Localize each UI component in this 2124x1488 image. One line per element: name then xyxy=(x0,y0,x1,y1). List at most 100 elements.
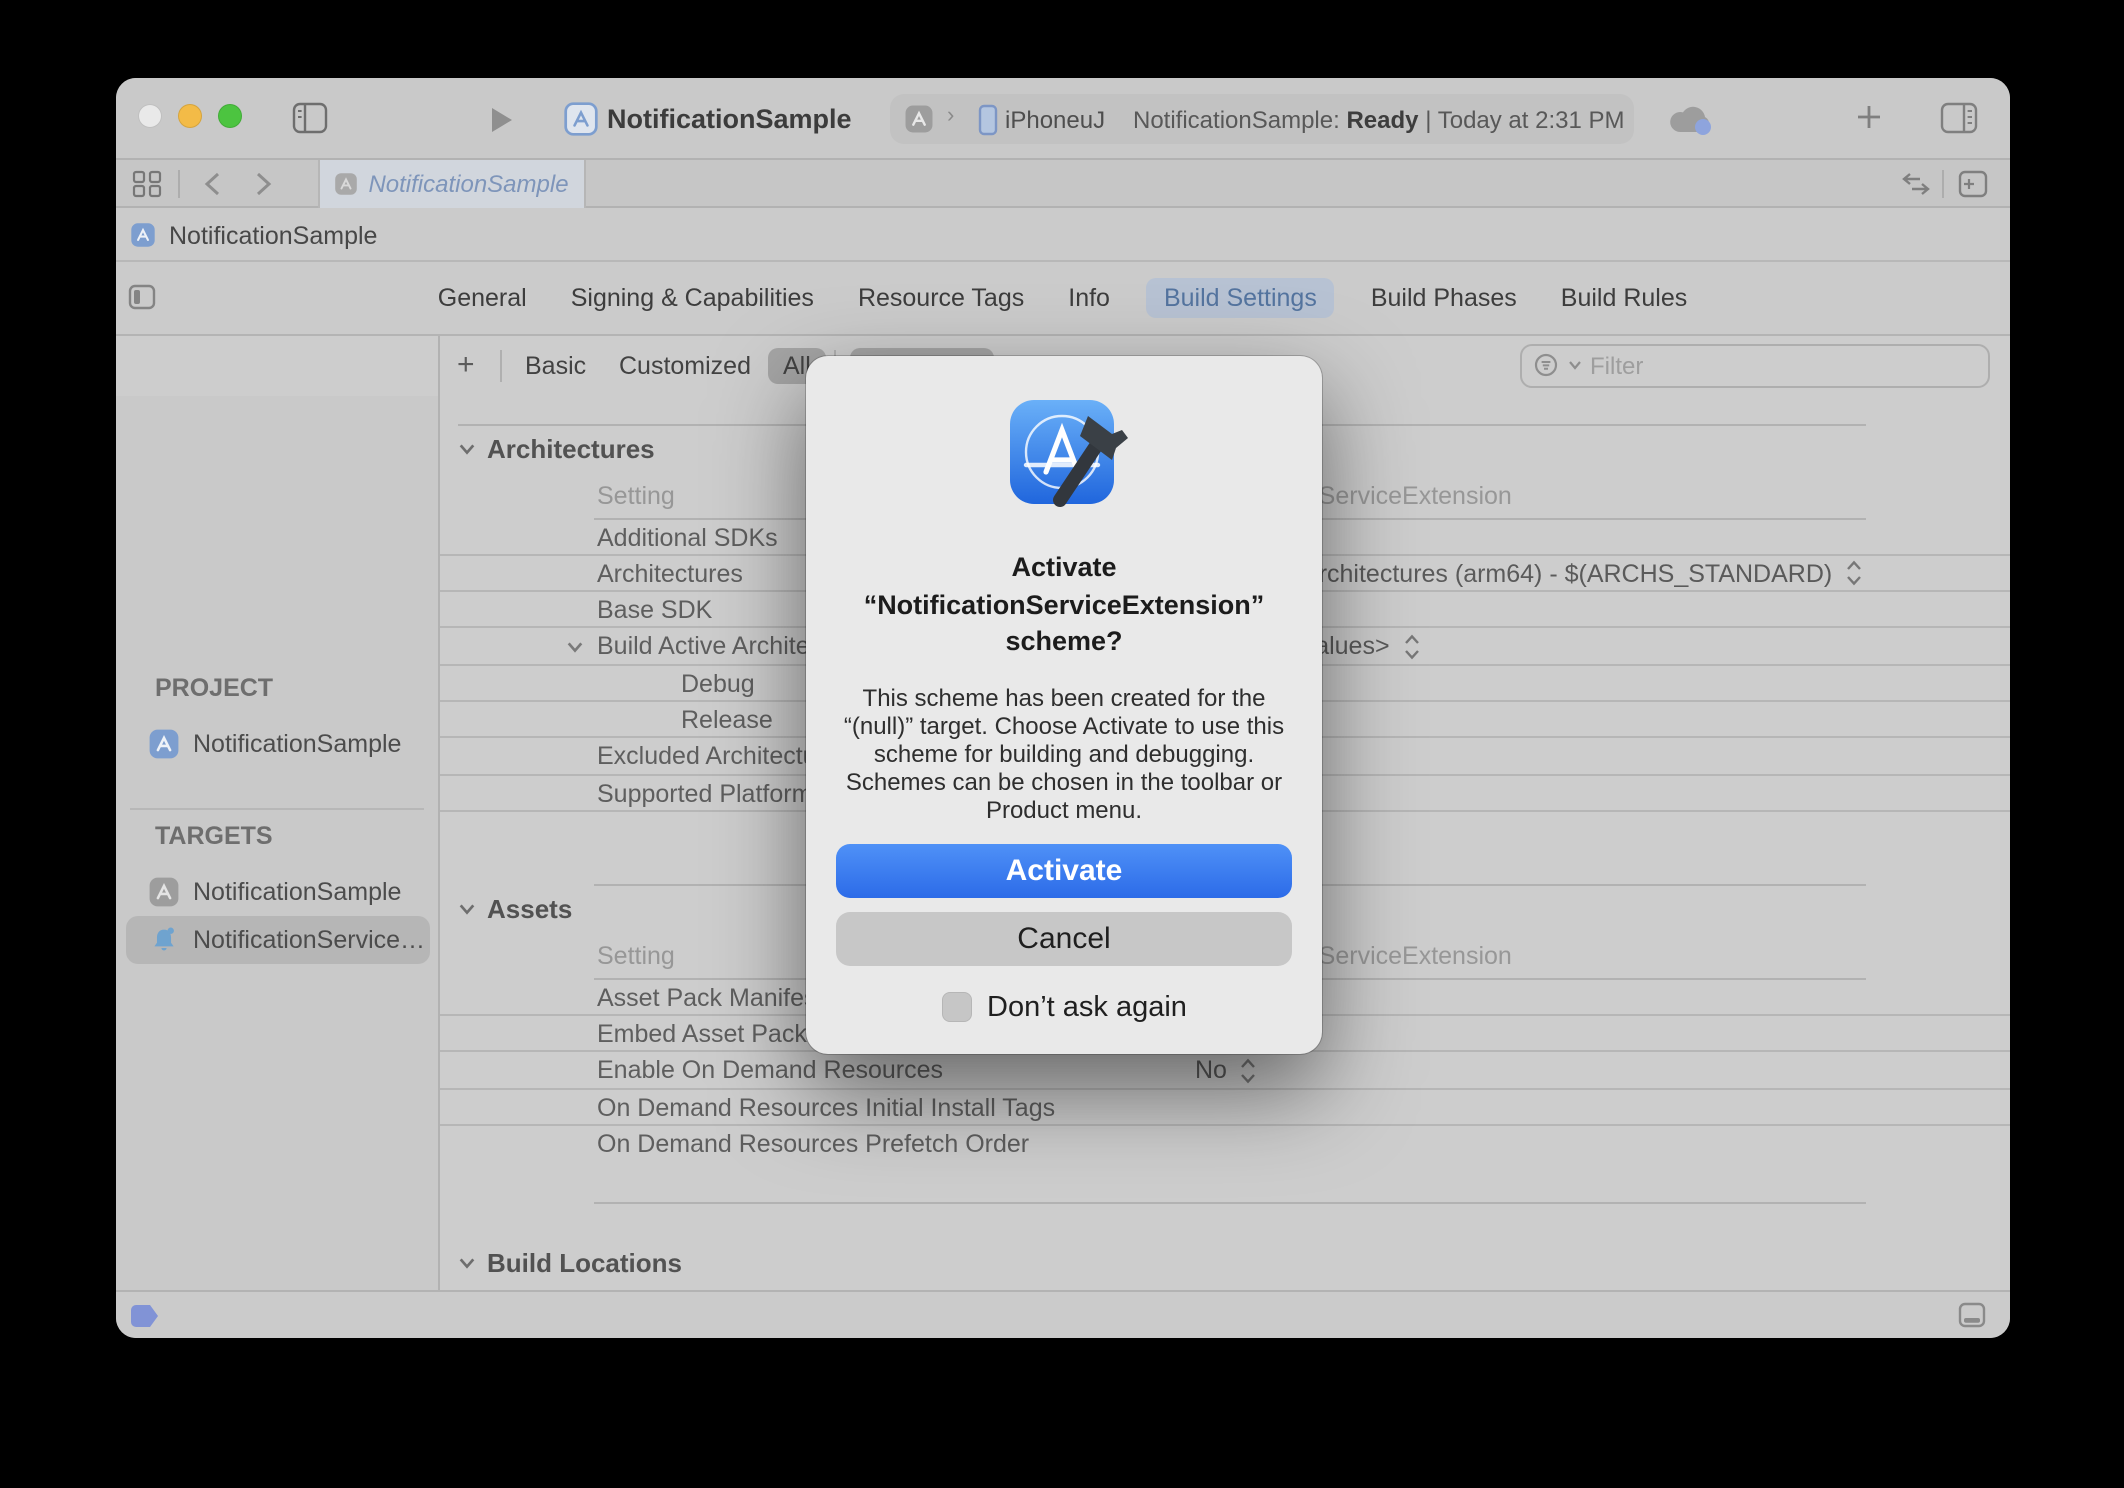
cloud-icon xyxy=(1667,104,1715,136)
scheme-and-status[interactable]: › iPhoneuJ NotificationSample: Ready | T… xyxy=(889,94,1633,144)
chevron-down-icon[interactable] xyxy=(565,639,583,657)
window-bottom-bar xyxy=(115,1290,2010,1337)
stepper-icon[interactable] xyxy=(1846,561,1862,587)
jump-bar[interactable]: NotificationSample xyxy=(115,208,2010,262)
scope-customized[interactable]: Customized xyxy=(619,351,751,379)
forward-icon[interactable] xyxy=(255,172,271,196)
dont-ask-again-checkbox[interactable] xyxy=(941,992,971,1022)
xcode-hammer-icon xyxy=(806,388,1322,504)
editor-tab[interactable]: NotificationSample xyxy=(318,160,585,208)
run-button[interactable] xyxy=(489,106,513,134)
app-icon xyxy=(147,875,179,907)
chevron-down-icon[interactable] xyxy=(457,1254,475,1272)
setting-label: On Demand Resources Prefetch Order xyxy=(597,1130,1029,1158)
debug-area-toggle-icon[interactable] xyxy=(1957,1302,1985,1328)
setting-label: Architectures xyxy=(597,560,743,588)
close-button[interactable] xyxy=(137,103,161,127)
status-time: Today at 2:31 PM xyxy=(1438,106,1625,134)
sidebar-item-target[interactable]: NotificationSample xyxy=(125,867,429,915)
setting-label: Additional SDKs xyxy=(597,523,778,551)
left-column-toggle-icon[interactable] xyxy=(127,284,155,310)
sidebar-item-label: NotificationSample xyxy=(193,729,401,757)
column-header-setting: Setting xyxy=(597,481,675,509)
setting-label: Enable On Demand Resources xyxy=(597,1057,943,1085)
dialog-title: Activate “NotificationServiceExtension” … xyxy=(826,550,1302,661)
divider xyxy=(129,807,423,809)
chevron-down-icon[interactable] xyxy=(457,901,475,919)
build-setting-row[interactable]: On Demand Resources Initial Install Tags xyxy=(439,1090,2010,1127)
jumpbar-app-icon xyxy=(129,222,155,248)
divider xyxy=(1941,170,1943,198)
inspector-toggle-icon[interactable] xyxy=(1939,102,1977,134)
editor-tab-bar: NotificationSample xyxy=(115,160,2010,208)
section-title: Assets xyxy=(487,895,572,925)
editor-tab-resource-tags[interactable]: Resource Tags xyxy=(850,278,1032,318)
project-document-icon xyxy=(563,102,597,136)
targets-header: TARGETS xyxy=(155,821,273,849)
setting-label: On Demand Resources Initial Install Tags xyxy=(597,1094,1055,1122)
editor-tab-general[interactable]: General xyxy=(430,278,535,318)
filter-placeholder: Filter xyxy=(1590,351,1643,379)
editor-tab-build-phases[interactable]: Build Phases xyxy=(1363,278,1525,318)
setting-label: Supported Platforms xyxy=(597,779,825,807)
stepper-icon[interactable] xyxy=(1241,1058,1257,1084)
setting-label: Release xyxy=(681,706,773,734)
setting-label: Base SDK xyxy=(597,596,712,624)
sidebar-item-target[interactable]: NotificationService… xyxy=(125,915,429,963)
editor-tab-build-settings[interactable]: Build Settings xyxy=(1146,278,1335,318)
code-review-icon[interactable] xyxy=(1901,172,1929,196)
sidebar-item-project[interactable]: NotificationSample xyxy=(125,719,429,767)
activity-status: NotificationSample: Ready | Today at 2:3… xyxy=(1133,106,1625,134)
app-icon xyxy=(147,727,179,759)
cancel-button[interactable]: Cancel xyxy=(836,911,1292,965)
build-setting-row[interactable]: On Demand Resources Prefetch Order xyxy=(439,1126,2010,1163)
screen: NotificationSample › iPhoneuJ Notificati… xyxy=(0,0,2124,1488)
run-destination[interactable]: iPhoneuJ xyxy=(1005,106,1105,134)
sidebar-toggle-icon[interactable] xyxy=(291,102,327,134)
scheme-app-icon xyxy=(903,104,933,134)
sidebar-item-label: NotificationService… xyxy=(193,925,425,953)
build-setting-row[interactable]: Enable On Demand Resources No xyxy=(439,1053,2010,1090)
activate-button[interactable]: Activate xyxy=(836,843,1292,897)
dont-ask-again-row: Don’t ask again xyxy=(806,991,1322,1023)
scope-basic[interactable]: Basic xyxy=(525,351,586,379)
editor-tab-build-rules[interactable]: Build Rules xyxy=(1553,278,1695,318)
window-title: NotificationSample xyxy=(607,104,852,134)
add-editor-icon[interactable] xyxy=(1957,170,1987,198)
breakpoint-tag-icon[interactable] xyxy=(129,1303,159,1327)
add-setting-button[interactable]: + xyxy=(457,347,475,381)
setting-label: Debug xyxy=(681,669,755,697)
back-icon[interactable] xyxy=(203,172,219,196)
setting-value-text: No xyxy=(1195,1057,1227,1085)
dont-ask-again-label: Don’t ask again xyxy=(987,991,1187,1023)
filter-icon xyxy=(1534,352,1560,378)
status-separator: | xyxy=(1425,106,1431,134)
project-targets-sidebar: PROJECT NotificationSample TARGETS Notif… xyxy=(115,395,437,1290)
setting-value[interactable]: No xyxy=(1195,1057,1257,1085)
jumpbar-item: NotificationSample xyxy=(169,222,377,250)
column-header-setting: Setting xyxy=(597,942,675,970)
chevron-down-icon[interactable] xyxy=(457,440,475,458)
status-state: Ready xyxy=(1346,106,1418,134)
sidebar-item-label: NotificationSample xyxy=(193,877,401,905)
add-tab-button[interactable] xyxy=(1853,102,1883,132)
section-header-build-locations[interactable]: Build Locations xyxy=(439,1239,2010,1287)
zoom-button[interactable] xyxy=(217,103,241,127)
status-project: NotificationSample: xyxy=(1133,106,1340,134)
tab-label: NotificationSample xyxy=(368,170,568,198)
divider xyxy=(499,349,501,381)
dialog-body: This scheme has been created for the “(n… xyxy=(836,683,1292,823)
editor-nav-tabs: General Signing & Capabilities Resource Ta… xyxy=(115,262,2010,335)
editor-tab-signing-capabilities[interactable]: Signing & Capabilities xyxy=(563,278,822,318)
divider xyxy=(177,170,179,198)
toolbar: NotificationSample › iPhoneuJ Notificati… xyxy=(115,78,2010,160)
minimize-button[interactable] xyxy=(177,103,201,127)
tab-app-icon xyxy=(334,172,358,196)
stepper-icon[interactable] xyxy=(1404,634,1420,660)
chevron-right-icon: › xyxy=(947,104,954,128)
bell-icon xyxy=(147,923,179,955)
settings-filter-input[interactable]: Filter xyxy=(1520,343,1990,387)
activate-scheme-dialog: Activate “NotificationServiceExtension” … xyxy=(806,356,1322,1054)
related-items-icon[interactable] xyxy=(131,170,161,198)
editor-tab-info[interactable]: Info xyxy=(1060,278,1118,318)
